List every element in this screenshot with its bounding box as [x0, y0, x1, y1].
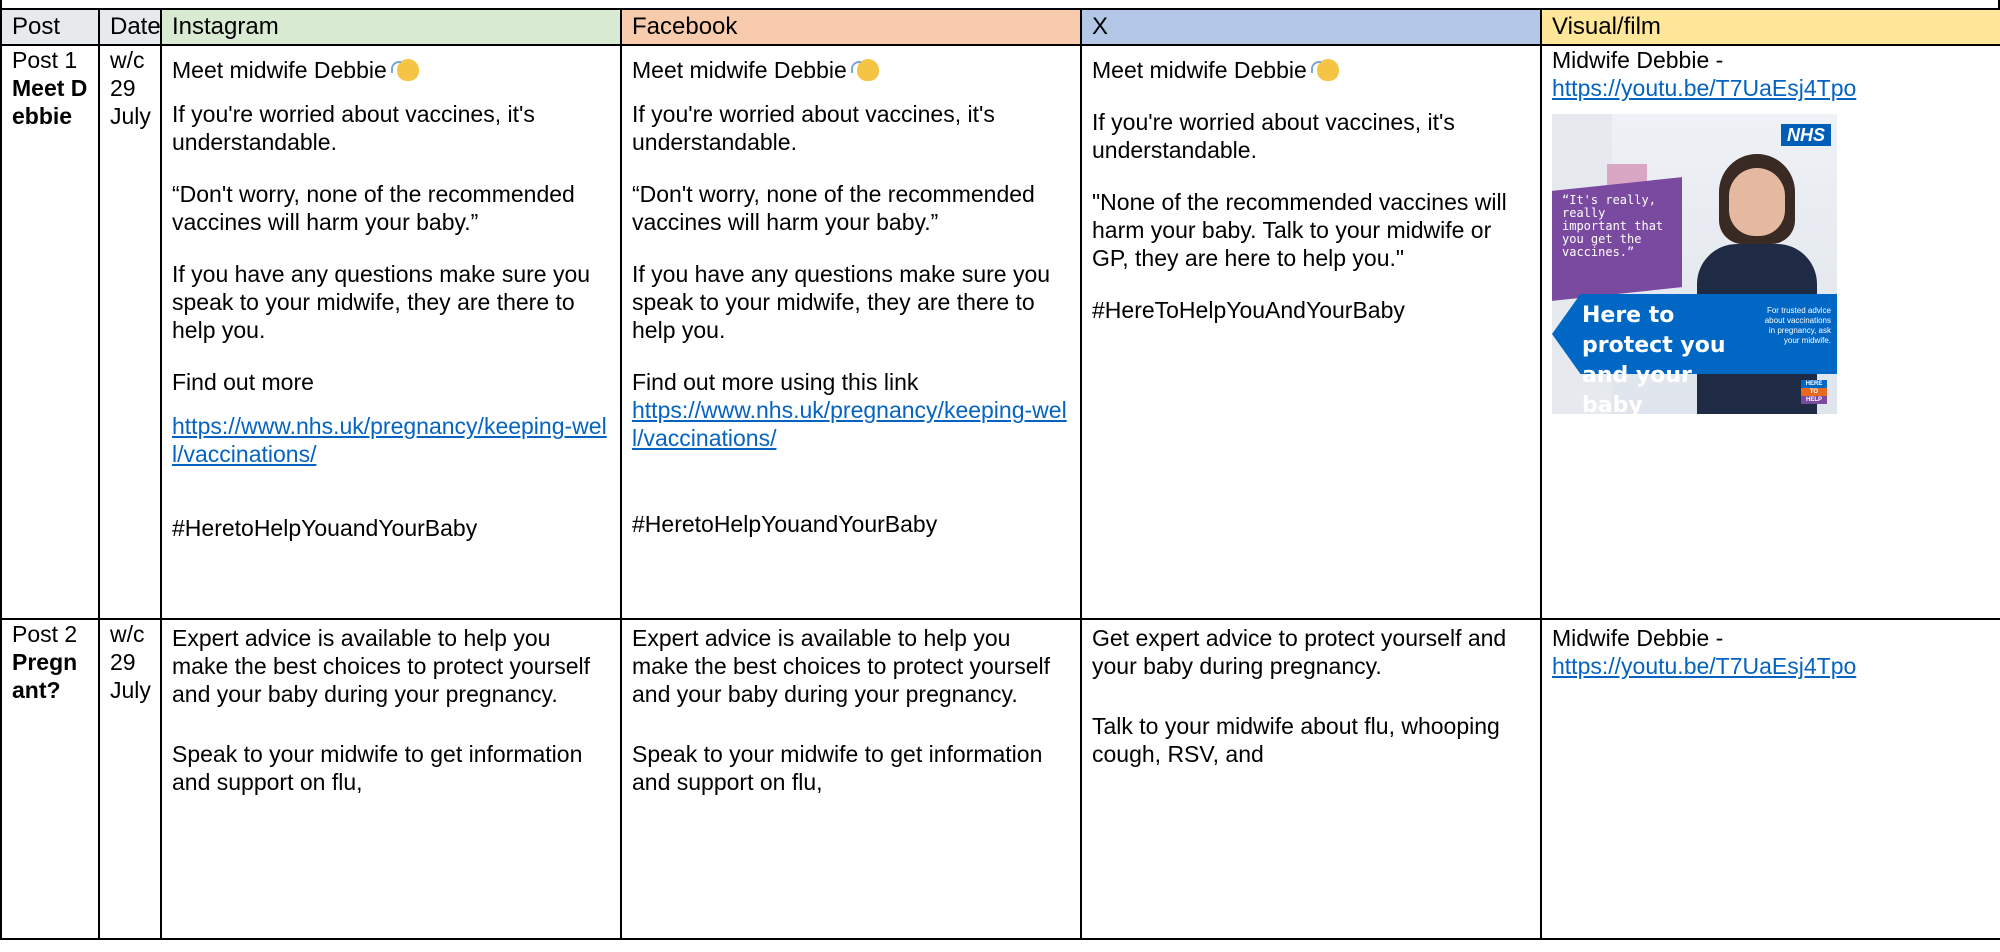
facebook-cell: Expert advice is available to help you m…	[620, 618, 1082, 940]
waving-hand-icon	[1310, 59, 1339, 81]
fb-line-2: Speak to your midwife to get information…	[632, 741, 1043, 795]
header-x: X	[1080, 8, 1542, 46]
post-number: Post 2	[12, 621, 78, 647]
promo-note: For trusted advice about vaccinations in…	[1764, 306, 1831, 345]
ig-line-2: Speak to your midwife to get information…	[172, 741, 583, 795]
logo-word-1: HERE	[1801, 380, 1827, 388]
content-plan-sheet: Post Date Instagram Facebook X Visual/fi…	[0, 0, 2000, 952]
fb-line-1: Meet midwife Debbie	[632, 57, 847, 83]
x-line-1: Meet midwife Debbie	[1092, 57, 1307, 83]
here-to-help-logo: HERE TO HELP	[1801, 380, 1827, 410]
waving-hand-icon	[390, 59, 419, 81]
post-cell: Post 1 Meet Debbie	[0, 44, 100, 620]
visual-label: Midwife Debbie -	[1552, 47, 1724, 73]
fb-line-4: If you have any questions make sure you …	[632, 261, 1051, 343]
nhs-logo: NHS	[1781, 124, 1831, 146]
fb-hashtag: #HeretoHelpYouandYourBaby	[632, 511, 938, 537]
visual-cell: Midwife Debbie - https://youtu.be/T7UaEs…	[1540, 44, 2000, 620]
ig-line-1: Expert advice is available to help you m…	[172, 625, 591, 707]
ig-link[interactable]: https://www.nhs.uk/pregnancy/keeping-wel…	[172, 412, 610, 468]
date-cell: w/c 29 July	[98, 618, 162, 940]
video-link[interactable]: https://youtu.be/T7UaEsj4Tpo	[1552, 652, 1990, 680]
header-instagram: Instagram	[160, 8, 622, 46]
facebook-cell: Meet midwife Debbie If you're worried ab…	[620, 44, 1082, 620]
fb-line-3: “Don't worry, none of the recommended va…	[632, 181, 1035, 235]
x-line-2: If you're worried about vaccines, it's u…	[1092, 109, 1455, 163]
header-post: Post	[0, 8, 100, 46]
x-line-3: "None of the recommended vaccines will h…	[1092, 189, 1507, 271]
waving-hand-icon	[850, 59, 879, 81]
date-cell: w/c 29 July	[98, 44, 162, 620]
instagram-cell: Meet midwife Debbie If you're worried ab…	[160, 44, 622, 620]
instagram-cell: Expert advice is available to help you m…	[160, 618, 622, 940]
post-title: Meet Debbie	[12, 75, 88, 129]
content-plan-table: Post Date Instagram Facebook X Visual/fi…	[0, 8, 2000, 940]
promo-image: NHS “It's really, really important that …	[1552, 114, 1837, 414]
fb-line-2: If you're worried about vaccines, it's u…	[632, 101, 995, 155]
promo-headline: Here to protect you and your baby	[1582, 303, 1726, 414]
ig-line-5: Find out more	[172, 369, 314, 395]
header-visual: Visual/film	[1540, 8, 2000, 46]
visual-cell: Midwife Debbie - https://youtu.be/T7UaEs…	[1540, 618, 2000, 940]
x-cell: Meet midwife Debbie If you're worried ab…	[1080, 44, 1542, 620]
x-line-1: Get expert advice to protect yourself an…	[1092, 625, 1507, 679]
post-title: Pregnant?	[12, 649, 78, 703]
post-cell: Post 2 Pregnant?	[0, 618, 100, 940]
fb-line-5: Find out more using this link	[632, 369, 919, 395]
header-row: Post Date Instagram Facebook X Visual/fi…	[0, 8, 2000, 46]
video-link[interactable]: https://youtu.be/T7UaEsj4Tpo	[1552, 74, 1990, 102]
post-number: Post 1	[12, 47, 78, 73]
ig-line-2: If you're worried about vaccines, it's u…	[172, 101, 535, 155]
ig-line-4: If you have any questions make sure you …	[172, 261, 591, 343]
x-hashtag: #HereToHelpYouAndYourBaby	[1092, 297, 1405, 323]
fb-link[interactable]: https://www.nhs.uk/pregnancy/keeping-wel…	[632, 396, 1070, 452]
x-line-2: Talk to your midwife about flu, whooping…	[1092, 713, 1500, 767]
ig-line-3: “Don't worry, none of the recommended va…	[172, 181, 575, 235]
promo-quote: “It's really, really important that you …	[1562, 193, 1664, 259]
header-date: Date	[98, 8, 162, 46]
logo-word-3: HELP	[1801, 396, 1827, 404]
header-facebook: Facebook	[620, 8, 1082, 46]
table-row: Post 2 Pregnant? w/c 29 July Expert advi…	[0, 618, 2000, 940]
ig-line-1: Meet midwife Debbie	[172, 57, 387, 83]
x-cell: Get expert advice to protect yourself an…	[1080, 618, 1542, 940]
ig-hashtag: #HeretoHelpYouandYourBaby	[172, 515, 478, 541]
visual-label: Midwife Debbie -	[1552, 625, 1724, 651]
logo-word-2: TO	[1801, 388, 1827, 396]
fb-line-1: Expert advice is available to help you m…	[632, 625, 1051, 707]
table-row: Post 1 Meet Debbie w/c 29 July Meet midw…	[0, 44, 2000, 620]
